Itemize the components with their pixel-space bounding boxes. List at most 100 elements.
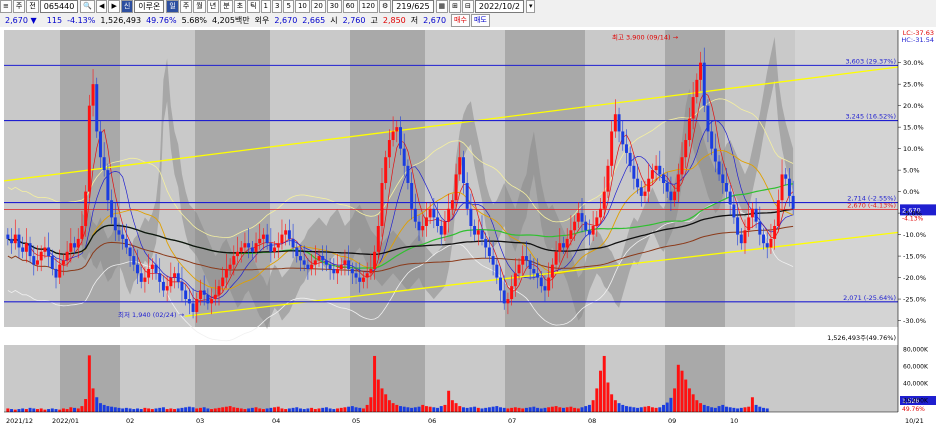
candle-body	[576, 213, 580, 222]
candle-body	[306, 264, 310, 269]
volume-bar	[54, 409, 58, 412]
candle-body	[69, 243, 73, 252]
volume-bar	[573, 407, 577, 412]
settings-icon[interactable]: ⚙	[379, 0, 392, 13]
candle-body	[469, 208, 473, 226]
stock-name-field[interactable]: 이루온	[134, 0, 165, 13]
calendar-icon[interactable]: ▾	[525, 0, 536, 13]
volume-bar	[24, 409, 28, 412]
zoom-out-icon[interactable]: ⊟	[462, 0, 474, 13]
volume-bar	[102, 404, 106, 412]
period-monthly-button[interactable]: 월	[193, 0, 206, 13]
grid-icon[interactable]: ▦	[435, 0, 449, 13]
candle-body	[680, 157, 684, 175]
candle-body	[28, 243, 32, 257]
volume-bar	[373, 355, 377, 412]
low-price: 2,670	[423, 16, 447, 25]
candle-body	[547, 277, 551, 291]
volume-bar	[502, 407, 506, 412]
volume-bar	[121, 408, 125, 412]
period-minute-button[interactable]: 분	[220, 0, 233, 13]
volume-pct-tag: 49.76%	[902, 406, 925, 413]
market-jeon-button[interactable]: 전	[26, 0, 39, 13]
candle-body	[687, 118, 691, 141]
volume-bar	[732, 407, 736, 412]
interval-3-button[interactable]: 3	[272, 0, 283, 13]
volume-bar	[184, 407, 188, 412]
date-field[interactable]: 2022/10/2	[474, 0, 524, 13]
volume-bar	[736, 408, 740, 412]
volume-bar	[36, 409, 39, 412]
candle-body	[154, 264, 158, 274]
volume-bar	[450, 400, 454, 412]
candle-body	[65, 251, 69, 261]
interval-60-button[interactable]: 60	[342, 0, 358, 13]
volume-bar	[10, 409, 14, 412]
candle-body	[421, 225, 425, 231]
volume-bar	[332, 409, 336, 412]
candle-body	[628, 152, 632, 166]
candle-body	[713, 148, 717, 162]
candle-body	[639, 187, 643, 196]
interval-5-button[interactable]: 5	[283, 0, 294, 13]
candle-body	[210, 299, 214, 304]
candle-body	[728, 191, 732, 205]
stock-code-input[interactable]: 065440	[39, 0, 79, 13]
volume-bar	[491, 406, 495, 412]
candle-body	[432, 208, 436, 218]
interval-30-button[interactable]: 30	[326, 0, 342, 13]
trade-amount: 4,205백만	[212, 16, 250, 25]
zoom-in-icon[interactable]: ⊞	[449, 0, 462, 13]
interval-120-button[interactable]: 120	[358, 0, 379, 13]
volume-bar	[69, 407, 73, 412]
prev-arrow-icon[interactable]: ◀	[96, 0, 108, 13]
sell-button[interactable]: 매도	[470, 14, 490, 27]
period-second-button[interactable]: 초	[233, 0, 247, 13]
buy-button[interactable]: 매수	[451, 14, 470, 27]
volume-bar	[32, 408, 36, 412]
candle-body	[669, 191, 673, 201]
candle-body	[521, 256, 525, 265]
market-jong-button[interactable]: 주	[12, 0, 26, 13]
volume-bar	[43, 409, 47, 412]
candle-body	[495, 264, 499, 278]
period-tick-button[interactable]: 틱	[247, 0, 260, 13]
stock-chart[interactable]: 3,603 (29.37%)3,245 (16.52%)2,714 (-2.55…	[0, 27, 936, 427]
candle-body	[524, 256, 528, 261]
interval-10-button[interactable]: 10	[294, 0, 310, 13]
candle-body	[736, 217, 740, 235]
candle-body	[147, 268, 151, 278]
candle-body	[443, 221, 447, 235]
period-weekly-button[interactable]: 주	[179, 0, 193, 13]
volume-bar	[354, 407, 358, 412]
candle-body	[91, 84, 95, 106]
next-arrow-icon[interactable]: ▶	[108, 0, 120, 13]
volume-bar	[402, 406, 406, 412]
volume-tick-label: 80,000K	[903, 347, 929, 354]
interval-1-button[interactable]: 1	[260, 0, 272, 13]
candle-body	[595, 217, 599, 226]
candle-body	[317, 256, 321, 261]
candle-body	[517, 264, 521, 274]
x-tick-label: 07	[508, 417, 516, 425]
interval-20-button[interactable]: 20	[310, 0, 326, 13]
data-count-field[interactable]: 219/625	[392, 0, 434, 13]
candle-body	[465, 183, 469, 209]
y-tick-label: -10.0%	[903, 231, 926, 239]
volume-bar	[632, 407, 636, 412]
search-icon[interactable]: 🔍	[80, 0, 96, 13]
volume-bar	[676, 364, 680, 412]
candle-body	[717, 161, 721, 175]
candle-body	[13, 234, 17, 244]
volume-bar	[336, 408, 340, 412]
candle-body	[528, 260, 532, 269]
volume-bar	[321, 407, 325, 412]
menu-button[interactable]: ≡	[0, 0, 12, 13]
candle-body	[217, 286, 221, 295]
period-yearly-button[interactable]: 년	[206, 0, 220, 13]
volume-bar	[273, 407, 277, 412]
candle-body	[724, 183, 728, 192]
volume-bar	[139, 409, 143, 412]
period-daily-button[interactable]: 일	[166, 0, 179, 13]
current-price: 2,670	[5, 16, 28, 25]
